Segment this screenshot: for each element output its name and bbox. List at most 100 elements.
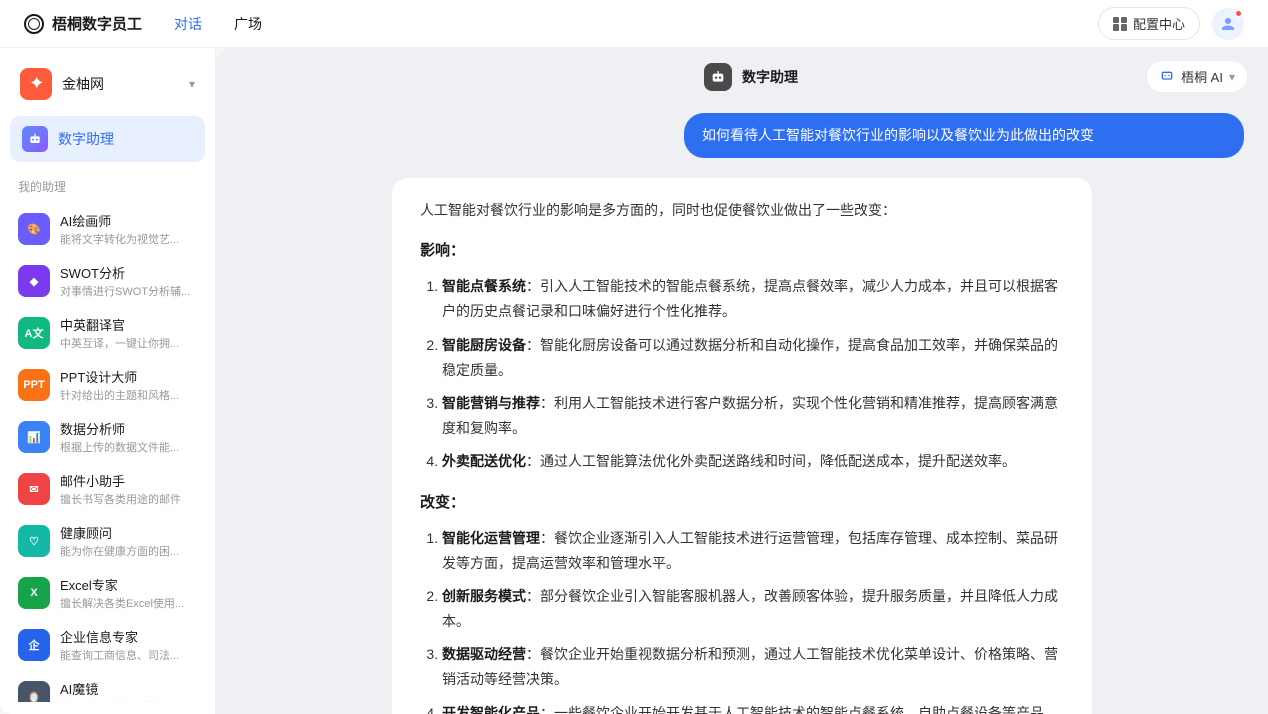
list-item: 智能点餐系统：引入人工智能技术的智能点餐系统，提高点餐效率，减少人力成本，并且可… bbox=[442, 274, 1064, 324]
list-item: 外卖配送优化：通过人工智能算法优化外卖配送路线和时间，降低配送成本，提升配送效率… bbox=[442, 449, 1064, 474]
assistant-item[interactable]: A文中英翻译官中英互译，一键让你拥... bbox=[10, 307, 205, 359]
assistant-item-name: 数据分析师 bbox=[60, 419, 197, 438]
active-assistant[interactable]: 数字助理 bbox=[10, 116, 205, 162]
assistant-item-icon: 🎨 bbox=[18, 213, 50, 245]
assistant-item-icon: 📊 bbox=[18, 421, 50, 453]
sidebar: 金柚网 ▾ 数字助理 我的助理 🎨 AI绘画师能将文字转化为视觉艺... ◆ SWOT… bbox=[0, 48, 216, 714]
assistant-item-icon: 🪞 bbox=[18, 681, 50, 702]
assistant-item-icon: ✉ bbox=[18, 473, 50, 505]
org-icon bbox=[20, 68, 52, 100]
assistant-item-name: 中英翻译官 bbox=[60, 315, 197, 334]
assistant-icon bbox=[704, 63, 732, 91]
assistant-item-text: AI绘画师能将文字转化为视觉艺... bbox=[60, 211, 197, 247]
assistant-item-desc: 能将文字转化为视觉艺... bbox=[60, 231, 197, 247]
assistant-item-text: 中英翻译官中英互译，一键让你拥... bbox=[60, 315, 197, 351]
ai-message: 人工智能对餐饮行业的影响是多方面的，同时也促使餐饮业做出了一些改变： 影响： 智… bbox=[392, 178, 1092, 714]
impacts-list: 智能点餐系统：引入人工智能技术的智能点餐系统，提高点餐效率，减少人力成本，并且可… bbox=[420, 274, 1064, 474]
brand-name: 梧桐数字员工 bbox=[52, 13, 142, 34]
assistant-item[interactable]: 📊 数据分析师根据上传的数据文件能... bbox=[10, 411, 205, 463]
assistant-item[interactable]: X Excel专家擅长解决各类Excel使用... bbox=[10, 567, 205, 619]
chat-header: 数字助理 梧桐 AI ▾ bbox=[216, 48, 1268, 105]
assistant-item-desc: 换个风格，换个心情，... bbox=[60, 699, 197, 702]
assistant-item-name: 企业信息专家 bbox=[60, 627, 197, 646]
assistant-item-desc: 擅长书写各类用途的邮件 bbox=[60, 491, 197, 507]
assistant-item-desc: 擅长解决各类Excel使用... bbox=[60, 595, 197, 611]
assistant-item[interactable]: 🪞 AI魔镜换个风格，换个心情，... bbox=[10, 671, 205, 702]
assistant-item-desc: 中英互译，一键让你拥... bbox=[60, 335, 197, 351]
ai-heading-changes: 改变： bbox=[420, 489, 1064, 516]
assistant-item[interactable]: ◆ SWOT分析对事情进行SWOT分析辅... bbox=[10, 255, 205, 307]
assistant-item-icon: 企 bbox=[18, 629, 50, 661]
section-my-assistants: 我的助理 bbox=[10, 174, 205, 203]
assistant-item-text: Excel专家擅长解决各类Excel使用... bbox=[60, 575, 197, 611]
config-center-button[interactable]: 配置中心 bbox=[1098, 7, 1200, 40]
assistant-item-text: SWOT分析对事情进行SWOT分析辅... bbox=[60, 263, 197, 299]
chat-title-text: 数字助理 bbox=[742, 67, 798, 87]
user-avatar[interactable] bbox=[1212, 8, 1244, 40]
list-item: 智能营销与推荐：利用人工智能技术进行客户数据分析，实现个性化营销和精准推荐，提高… bbox=[442, 391, 1064, 441]
chat-content: 数字助理 梧桐 AI ▾ 如何看待人工智能对餐饮行业的影响以及餐饮业为此做出的改… bbox=[216, 48, 1268, 714]
assistant-item-name: 健康顾问 bbox=[60, 523, 197, 542]
chat-title: 数字助理 bbox=[704, 63, 798, 91]
list-item: 智能厨房设备：智能化厨房设备可以通过数据分析和自动化操作，提高食品加工效率，并确… bbox=[442, 333, 1064, 383]
model-selector[interactable]: 梧桐 AI ▾ bbox=[1146, 60, 1248, 93]
notification-dot bbox=[1235, 10, 1242, 17]
main: 金柚网 ▾ 数字助理 我的助理 🎨 AI绘画师能将文字转化为视觉艺... ◆ SWOT… bbox=[0, 48, 1268, 714]
assistant-item-desc: 能为你在健康方面的困... bbox=[60, 543, 197, 559]
assistant-item[interactable]: ✉ 邮件小助手擅长书写各类用途的邮件 bbox=[10, 463, 205, 515]
assistant-item-text: 数据分析师根据上传的数据文件能... bbox=[60, 419, 197, 455]
robot-icon bbox=[22, 126, 48, 152]
assistant-item-icon: X bbox=[18, 577, 50, 609]
assistant-item-icon: PPT bbox=[18, 369, 50, 401]
assistant-item-text: 企业信息专家能查询工商信息、司法... bbox=[60, 627, 197, 663]
nav-tabs: 对话 广场 bbox=[174, 14, 262, 34]
assistant-item-name: 邮件小助手 bbox=[60, 471, 197, 490]
ai-intro: 人工智能对餐饮行业的影响是多方面的，同时也促使餐饮业做出了一些改变： bbox=[420, 198, 1064, 223]
assistant-item-name: PPT设计大师 bbox=[60, 367, 197, 386]
assistant-item-desc: 能查询工商信息、司法... bbox=[60, 647, 197, 663]
chevron-down-icon: ▾ bbox=[189, 77, 195, 91]
assistant-item-text: PPT设计大师针对给出的主题和风格... bbox=[60, 367, 197, 403]
header-right: 配置中心 bbox=[1098, 7, 1244, 40]
list-item: 智能化运营管理：餐饮企业逐渐引入人工智能技术进行运营管理，包括库存管理、成本控制… bbox=[442, 526, 1064, 576]
assistant-item-text: 健康顾问能为你在健康方面的困... bbox=[60, 523, 197, 559]
assistant-item-name: SWOT分析 bbox=[60, 263, 197, 282]
assistant-item-desc: 根据上传的数据文件能... bbox=[60, 439, 197, 455]
assistant-item-name: Excel专家 bbox=[60, 575, 197, 594]
assistant-item-icon: A文 bbox=[18, 317, 50, 349]
model-name: 梧桐 AI bbox=[1181, 67, 1223, 86]
ai-heading-impacts: 影响： bbox=[420, 237, 1064, 264]
list-item: 数据驱动经营：餐饮企业开始重视数据分析和预测，通过人工智能技术优化菜单设计、价格… bbox=[442, 642, 1064, 692]
user-icon bbox=[1219, 15, 1237, 33]
changes-list: 智能化运营管理：餐饮企业逐渐引入人工智能技术进行运营管理，包括库存管理、成本控制… bbox=[420, 526, 1064, 714]
user-message: 如何看待人工智能对餐饮行业的影响以及餐饮业为此做出的改变 bbox=[684, 113, 1244, 158]
org-selector[interactable]: 金柚网 ▾ bbox=[10, 60, 205, 108]
assistant-item[interactable]: 🎨 AI绘画师能将文字转化为视觉艺... bbox=[10, 203, 205, 255]
assistant-item[interactable]: PPT PPT设计大师针对给出的主题和风格... bbox=[10, 359, 205, 411]
list-item: 开发智能化产品：一些餐饮企业开始开发基于人工智能技术的智能点餐系统、自助点餐设备… bbox=[442, 701, 1064, 714]
assistant-item[interactable]: 企企业信息专家能查询工商信息、司法... bbox=[10, 619, 205, 671]
model-icon bbox=[1159, 67, 1175, 86]
assistant-item-desc: 对事情进行SWOT分析辅... bbox=[60, 283, 197, 299]
assistant-item-name: AI魔镜 bbox=[60, 679, 197, 698]
org-name: 金柚网 bbox=[62, 74, 179, 94]
config-label: 配置中心 bbox=[1133, 14, 1185, 33]
header-left: 梧桐数字员工 对话 广场 bbox=[24, 13, 262, 34]
active-assistant-label: 数字助理 bbox=[58, 129, 114, 149]
assistant-item-text: AI魔镜换个风格，换个心情，... bbox=[60, 679, 197, 702]
tab-plaza[interactable]: 广场 bbox=[234, 14, 262, 34]
brand-logo[interactable]: 梧桐数字员工 bbox=[24, 13, 142, 34]
chat-body[interactable]: 如何看待人工智能对餐饮行业的影响以及餐饮业为此做出的改变 人工智能对餐饮行业的影… bbox=[216, 105, 1268, 714]
app-header: 梧桐数字员工 对话 广场 配置中心 bbox=[0, 0, 1268, 48]
assistant-item-name: AI绘画师 bbox=[60, 211, 197, 230]
assistant-item[interactable]: ♡健康顾问能为你在健康方面的困... bbox=[10, 515, 205, 567]
assistant-item-icon: ◆ bbox=[18, 265, 50, 297]
logo-icon bbox=[24, 14, 44, 34]
chevron-down-icon: ▾ bbox=[1229, 70, 1235, 84]
assistant-item-desc: 针对给出的主题和风格... bbox=[60, 387, 197, 403]
assistant-list[interactable]: 🎨 AI绘画师能将文字转化为视觉艺... ◆ SWOT分析对事情进行SWOT分析辅..… bbox=[10, 203, 205, 702]
assistant-item-text: 邮件小助手擅长书写各类用途的邮件 bbox=[60, 471, 197, 507]
tab-chat[interactable]: 对话 bbox=[174, 14, 202, 34]
list-item: 创新服务模式：部分餐饮企业引入智能客服机器人，改善顾客体验，提升服务质量，并且降… bbox=[442, 584, 1064, 634]
grid-icon bbox=[1113, 17, 1127, 31]
